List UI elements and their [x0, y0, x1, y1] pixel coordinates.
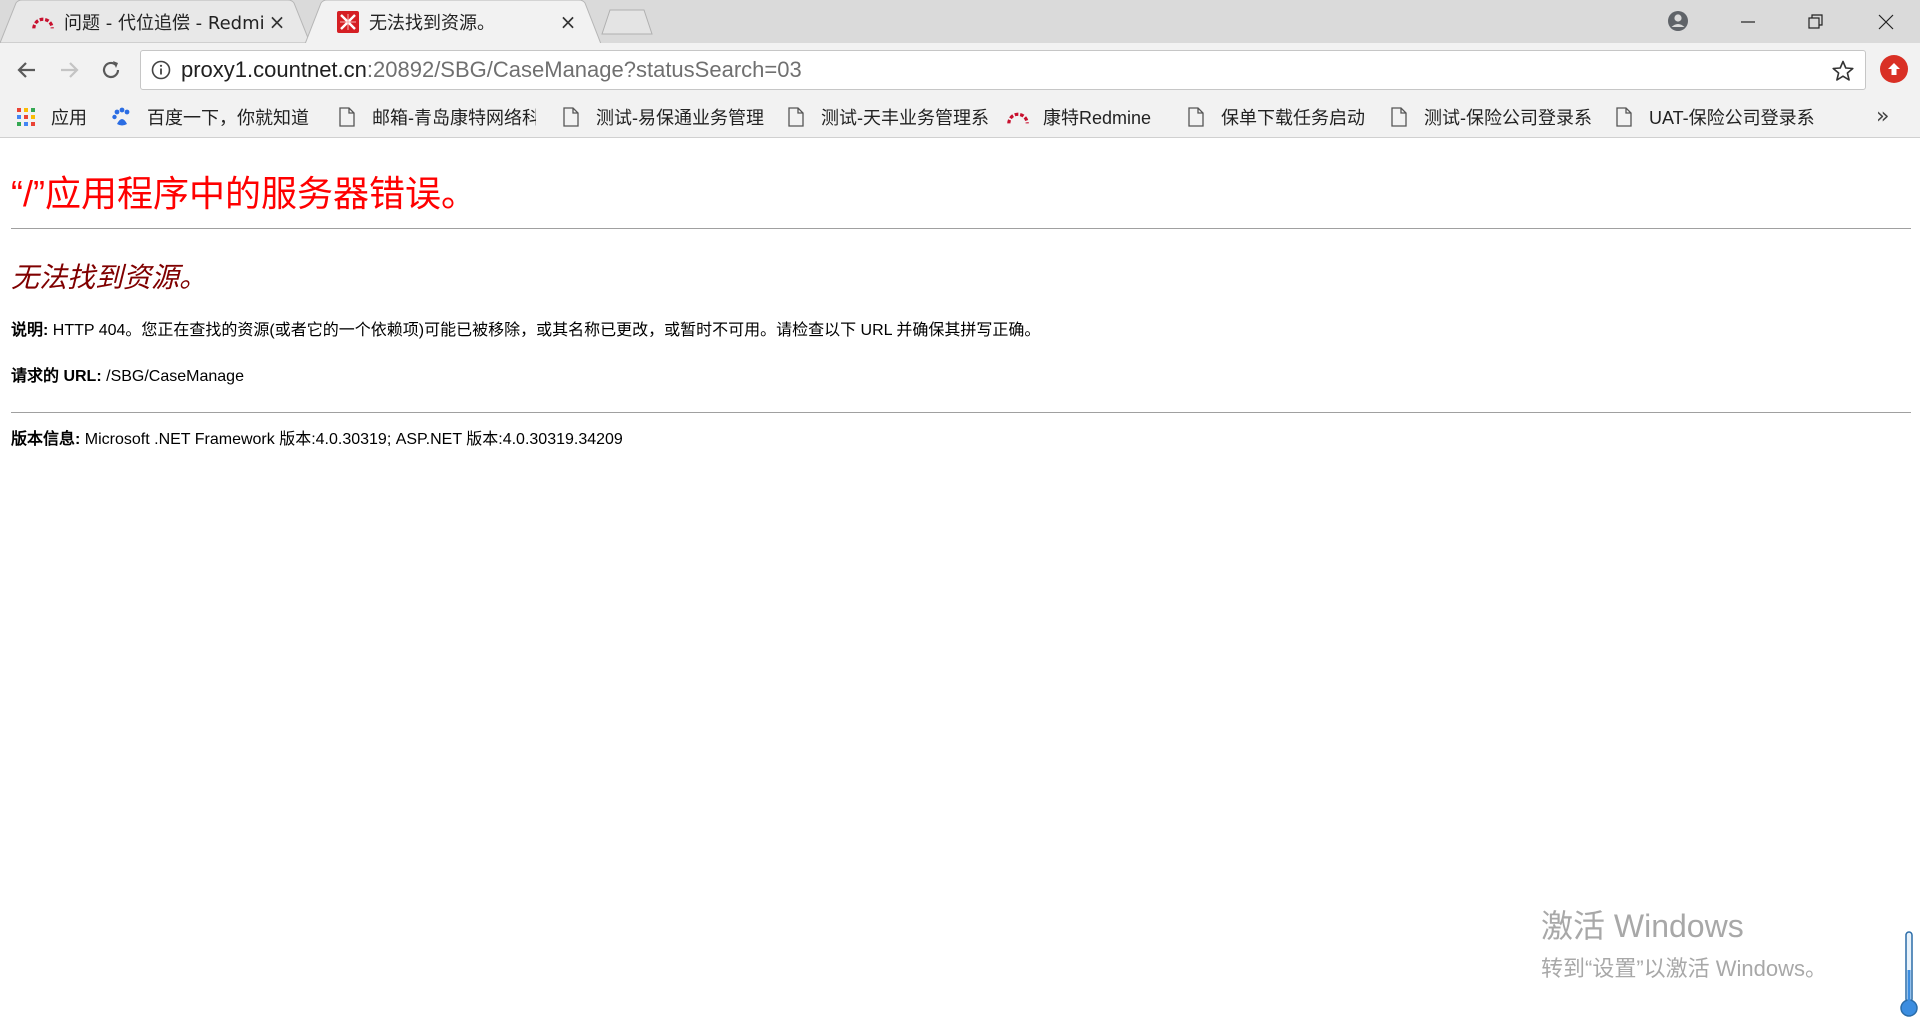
bookmark-uat-insurer-login[interactable]: UAT-保险公司登录系: [1613, 96, 1825, 138]
watermark-line-2: 转到“设置”以激活 Windows。: [1541, 956, 1828, 981]
error-description: 说明: HTTP 404。您正在查找的资源(或者它的一个依赖项)可能已被移除，或…: [11, 316, 1040, 340]
info-icon[interactable]: [141, 50, 181, 90]
bookmark-baidu[interactable]: 百度一下，你就知道: [111, 96, 309, 138]
minimize-icon: [1741, 20, 1755, 23]
watermark-line-1: 激活 Windows: [1541, 908, 1744, 944]
thermometer-icon: [1900, 931, 1918, 1017]
windows-activation-watermark: 激活 Windows 转到“设置”以激活 Windows。: [1541, 901, 1827, 983]
bookmark-label: 百度一下，你就知道: [147, 108, 309, 128]
url-text: proxy1.countnet.cn:20892/SBG/CaseManage?…: [181, 57, 802, 83]
arrow-left-icon: [17, 62, 35, 78]
redmine-icon: [32, 11, 54, 33]
new-tab-button[interactable]: [600, 8, 654, 36]
page-icon: [1185, 106, 1207, 128]
profile-icon[interactable]: [1663, 6, 1693, 36]
bookmark-test-ebaotong[interactable]: 测试-易保通业务管理: [560, 96, 764, 138]
restore-button[interactable]: [1782, 0, 1850, 43]
bookmark-label: 邮箱-青岛康特网络科: [372, 108, 536, 128]
page-icon: [785, 106, 807, 128]
baidu-paw-icon: [111, 106, 133, 128]
page-icon: [1613, 106, 1635, 128]
minimize-button[interactable]: [1714, 0, 1782, 43]
reload-button[interactable]: [94, 53, 128, 87]
divider: [11, 228, 1911, 229]
apps-grid-icon: [15, 106, 37, 128]
description-text: HTTP 404。您正在查找的资源(或者它的一个依赖项)可能已被移除，或其名称已…: [48, 322, 1041, 339]
requested-url-label: 请求的 URL:: [11, 368, 102, 385]
restore-icon: [1808, 13, 1823, 29]
divider: [11, 412, 1911, 413]
close-icon: [1878, 14, 1894, 29]
page-icon: [1388, 106, 1410, 128]
tab-strip: 问题 - 代位追偿 - Redmine × 无法找到资源。 ×: [0, 0, 1920, 44]
bookmark-mailbox[interactable]: 邮箱-青岛康特网络科: [336, 96, 536, 138]
url-host: proxy1.countnet.cn: [181, 57, 367, 82]
bookmark-kangte-redmine[interactable]: 康特Redmine: [1007, 96, 1151, 138]
bookmark-policy-download[interactable]: 保单下载任务启动: [1185, 96, 1365, 138]
bookmark-label: UAT-保险公司登录系: [1649, 108, 1815, 128]
close-window-button[interactable]: [1852, 0, 1920, 43]
tab-close-icon[interactable]: ×: [557, 10, 579, 34]
bookmarks-overflow-chevron-icon[interactable]: »: [1876, 104, 1889, 129]
tab-error-page[interactable]: 无法找到资源。 ×: [305, 0, 601, 44]
version-label: 版本信息:: [11, 431, 81, 448]
forward-button[interactable]: [52, 53, 86, 87]
description-label: 说明:: [11, 322, 49, 339]
tab-close-icon[interactable]: ×: [266, 10, 288, 34]
tab-redmine[interactable]: 问题 - 代位追偿 - Redmine ×: [0, 0, 310, 43]
bookmark-apps[interactable]: 应用: [15, 96, 87, 138]
tab-title: 问题 - 代位追偿 - Redmine: [64, 12, 266, 34]
address-bar[interactable]: proxy1.countnet.cn:20892/SBG/CaseManage?…: [140, 50, 1866, 90]
tab-title: 无法找到资源。: [369, 12, 495, 34]
page-title: “/”应用程序中的服务器错误。: [11, 173, 477, 214]
reload-icon: [102, 61, 120, 79]
bookmark-test-insurer-login[interactable]: 测试-保险公司登录系: [1388, 96, 1592, 138]
bookmark-label: 测试-天丰业务管理系: [821, 108, 989, 128]
bookmark-label: 应用: [51, 108, 87, 128]
bookmark-label: 测试-保险公司登录系: [1424, 108, 1592, 128]
version-text: Microsoft .NET Framework 版本:4.0.30319; A…: [80, 431, 623, 448]
bookmark-label: 测试-易保通业务管理: [596, 108, 764, 128]
bookmark-label: 保单下载任务启动: [1221, 108, 1365, 128]
version-info: 版本信息: Microsoft .NET Framework 版本:4.0.30…: [11, 425, 623, 449]
bookmark-star-icon[interactable]: [1829, 57, 1857, 85]
bookmark-test-tianfeng[interactable]: 测试-天丰业务管理系: [785, 96, 989, 138]
error-subtitle: 无法找到资源。: [11, 262, 208, 293]
redmine-icon: [1007, 106, 1029, 128]
error-favicon: [337, 10, 359, 33]
back-button[interactable]: [10, 53, 44, 87]
extension-upload-icon[interactable]: [1880, 55, 1908, 83]
bookmarks-bar: 应用 百度一下，你就知道 邮箱-青岛康特网络科 测试-易保通业务管理 测试-天丰…: [0, 96, 1920, 138]
arrow-right-icon: [61, 62, 79, 78]
requested-url: 请求的 URL: /SBG/CaseManage: [11, 362, 244, 386]
url-path: :20892/SBG/CaseManage?statusSearch=03: [366, 57, 802, 82]
page-icon: [336, 106, 358, 128]
requested-url-text: /SBG/CaseManage: [101, 368, 244, 385]
page-content: “/”应用程序中的服务器错误。 无法找到资源。 说明: HTTP 404。您正在…: [0, 139, 1920, 1020]
browser-toolbar: proxy1.countnet.cn:20892/SBG/CaseManage?…: [0, 43, 1920, 96]
bookmark-label: 康特Redmine: [1043, 108, 1152, 128]
page-icon: [560, 106, 582, 128]
